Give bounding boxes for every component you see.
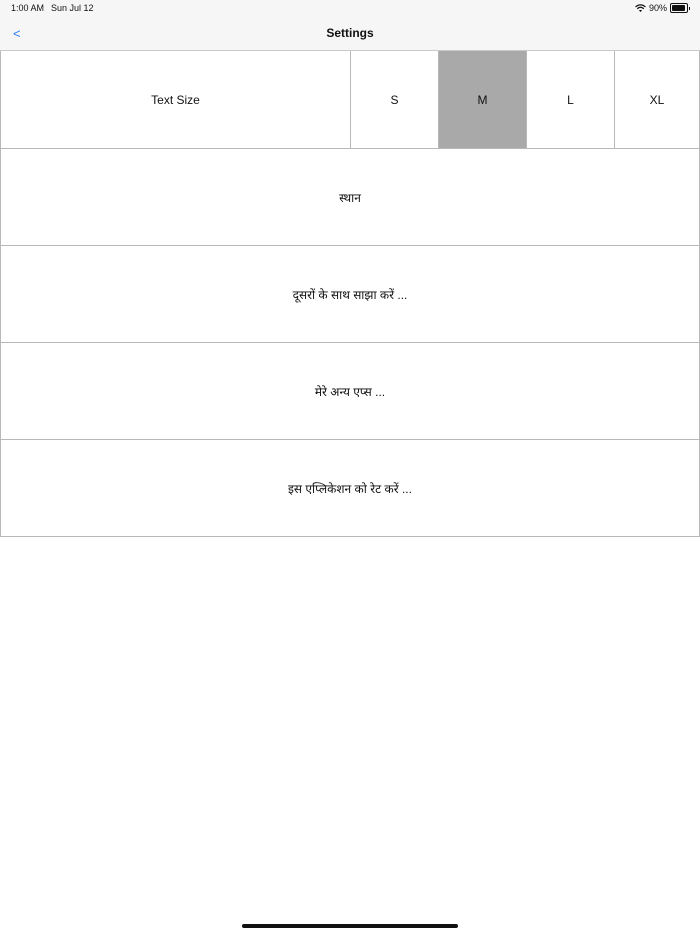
page-title: Settings bbox=[326, 26, 374, 40]
location-row[interactable]: स्थान bbox=[0, 149, 700, 246]
text-size-label: Text Size bbox=[1, 51, 351, 148]
home-indicator[interactable] bbox=[242, 924, 458, 928]
share-row[interactable]: दूसरों के साथ साझा करें ... bbox=[0, 246, 700, 343]
status-bar: 1:00 AM Sun Jul 12 90% bbox=[0, 0, 700, 18]
wifi-icon bbox=[635, 3, 646, 12]
text-size-row: Text Size S M L XL bbox=[0, 51, 700, 149]
my-other-apps-row[interactable]: मेरे अन्य एप्स ... bbox=[0, 343, 700, 440]
text-size-option-s[interactable]: S bbox=[351, 51, 439, 148]
settings-table: Text Size S M L XL स्थान दूसरों के साथ स… bbox=[0, 51, 700, 537]
status-date: Sun Jul 12 bbox=[51, 3, 94, 13]
battery-icon bbox=[670, 3, 690, 13]
text-size-option-l[interactable]: L bbox=[527, 51, 615, 148]
navigation-bar: < Settings bbox=[0, 18, 700, 51]
status-indicators: 90% bbox=[635, 3, 690, 13]
text-size-option-m[interactable]: M bbox=[439, 51, 527, 148]
rate-app-row[interactable]: इस एप्लिकेशन को रेट करें ... bbox=[0, 440, 700, 537]
text-size-option-xl[interactable]: XL bbox=[615, 51, 699, 148]
status-time: 1:00 AM bbox=[11, 3, 45, 13]
battery-percent: 90% bbox=[648, 3, 667, 13]
